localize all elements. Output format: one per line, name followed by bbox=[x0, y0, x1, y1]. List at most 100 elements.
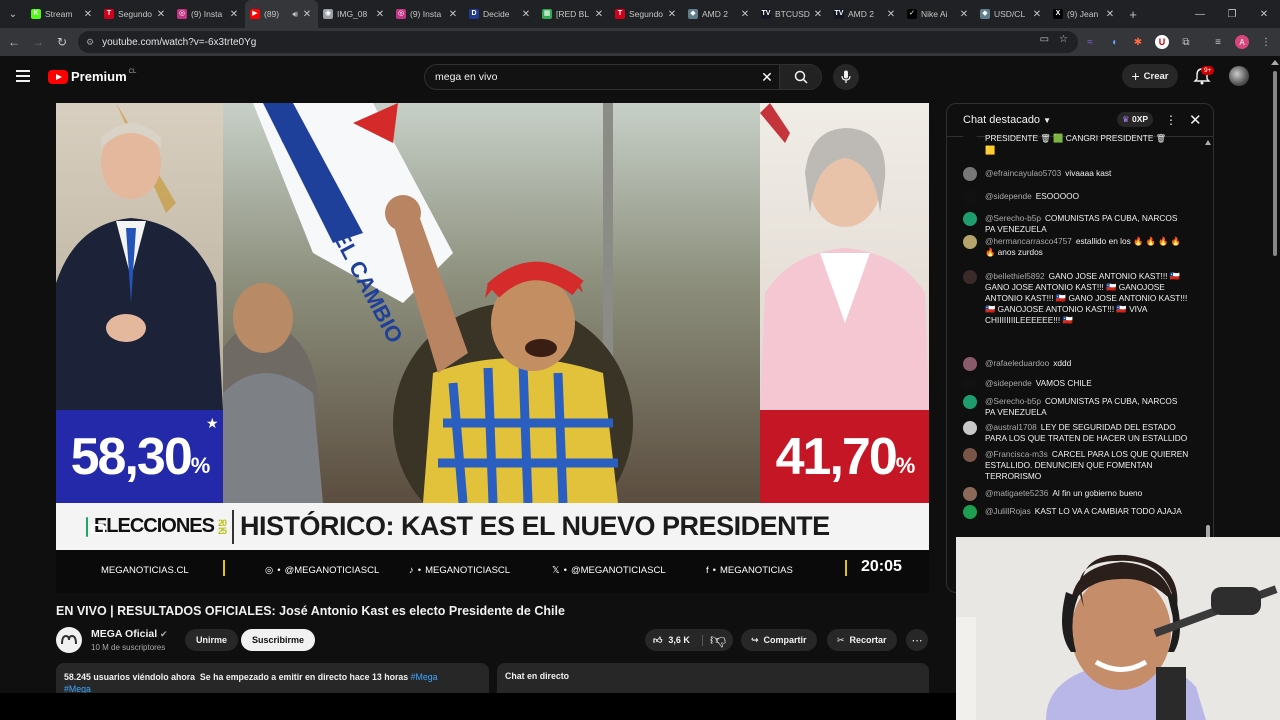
chat-author-avatar[interactable] bbox=[963, 270, 977, 284]
chat-author-avatar[interactable] bbox=[963, 144, 977, 158]
chat-message[interactable]: @bellethiel5892 GANO JOSE ANTONIO KAST!!!… bbox=[963, 270, 1189, 326]
youtube-premium-logo[interactable]: Premium CL bbox=[48, 69, 136, 84]
close-tab-icon[interactable]: ✕ bbox=[155, 9, 167, 20]
minimize-icon[interactable]: — bbox=[1184, 0, 1216, 28]
chat-author-name[interactable]: @Serecho-b5p bbox=[985, 396, 1041, 406]
extension-audio-icon[interactable]: ◖ bbox=[1104, 32, 1124, 52]
close-tab-icon[interactable]: ✕ bbox=[301, 9, 313, 20]
reload-icon[interactable]: ↻ bbox=[50, 30, 74, 54]
extension-tool-icon[interactable]: ✱ bbox=[1128, 32, 1148, 52]
search-button[interactable] bbox=[779, 65, 821, 89]
chevron-down-icon[interactable]: ▼ bbox=[1043, 116, 1051, 125]
browser-tab[interactable]: ◆ USD/CL ✕ bbox=[975, 0, 1048, 28]
close-tab-icon[interactable]: ✕ bbox=[812, 9, 824, 20]
site-info-icon[interactable]: ⚙ bbox=[86, 37, 94, 48]
browser-tab[interactable]: ◆ AMD 2 ✕ bbox=[683, 0, 756, 28]
chat-more-icon[interactable]: ⋮ bbox=[1165, 113, 1177, 127]
chat-author-name[interactable]: @austral1708 bbox=[985, 422, 1037, 432]
subscribe-button[interactable]: Suscribirme bbox=[241, 629, 316, 651]
extensions-puzzle-icon[interactable]: ⧉ bbox=[1176, 32, 1196, 52]
tab-search-icon[interactable]: ⌄ bbox=[0, 0, 26, 28]
browser-tab[interactable]: T Segundo ✕ bbox=[99, 0, 172, 28]
search-input[interactable]: mega en vivo bbox=[425, 71, 755, 83]
chat-author-name[interactable]: @JulillRojas bbox=[985, 506, 1031, 516]
voice-search-button[interactable] bbox=[833, 64, 859, 90]
chat-author-avatar[interactable] bbox=[963, 377, 977, 391]
chat-author-name[interactable]: @rafaeleduardoo bbox=[985, 358, 1049, 368]
browser-tab[interactable]: TV BTCUSD ✕ bbox=[756, 0, 829, 28]
chat-message[interactable]: @matigaete5236 Al fin un gobierno bueno bbox=[963, 487, 1189, 501]
profile-avatar[interactable]: A bbox=[1232, 32, 1252, 52]
xp-badge[interactable]: ♛ 0XP bbox=[1117, 112, 1154, 127]
close-tab-icon[interactable]: ✕ bbox=[1031, 9, 1043, 20]
chat-author-avatar[interactable] bbox=[963, 421, 977, 435]
new-tab-button[interactable]: + bbox=[1121, 7, 1145, 22]
hamburger-menu-icon[interactable] bbox=[16, 70, 30, 85]
close-tab-icon[interactable]: ✕ bbox=[666, 9, 678, 20]
chat-author-avatar[interactable] bbox=[963, 235, 977, 249]
extension-u-icon[interactable]: U bbox=[1152, 32, 1172, 52]
chat-author-avatar[interactable] bbox=[963, 190, 977, 204]
channel-name[interactable]: MEGA Oficial ✔ bbox=[91, 628, 168, 640]
forward-icon[interactable]: → bbox=[26, 30, 50, 54]
chat-message[interactable]: @Serecho-b5p COMUNISTAS PA CUBA, NARCOS P… bbox=[963, 212, 1189, 235]
chat-author-avatar[interactable] bbox=[963, 487, 977, 501]
chat-author-name[interactable]: @matigaete5236 bbox=[985, 488, 1048, 498]
page-scrollbar[interactable] bbox=[1270, 56, 1280, 537]
chat-mode-selector[interactable]: Chat destacado bbox=[963, 114, 1040, 126]
close-tab-icon[interactable]: ✕ bbox=[593, 9, 605, 20]
chat-message[interactable]: 🟨 bbox=[963, 144, 1189, 158]
create-button[interactable]: + Crear bbox=[1122, 64, 1178, 88]
tab-audio-icon[interactable]: 🔊︎ bbox=[292, 9, 298, 20]
channel-avatar[interactable] bbox=[56, 627, 82, 653]
browser-tab[interactable]: X (9) Jean ✕ bbox=[1048, 0, 1121, 28]
browser-tab[interactable]: TV AMD 2 ✕ bbox=[829, 0, 902, 28]
chat-message[interactable]: @Francisca-m3s CARCEL PARA LOS QUE QUIERE… bbox=[963, 448, 1189, 482]
close-tab-icon[interactable]: ✕ bbox=[520, 9, 532, 20]
browser-tab[interactable]: ◉ IMG_08 ✕ bbox=[318, 0, 391, 28]
account-avatar[interactable] bbox=[1229, 66, 1249, 86]
search-box[interactable]: mega en vivo ✕ bbox=[424, 64, 822, 90]
extension-twitch-icon[interactable]: ≈ bbox=[1080, 32, 1100, 52]
share-button[interactable]: ↪ Compartir bbox=[741, 629, 817, 651]
chat-author-avatar[interactable] bbox=[963, 448, 977, 462]
back-icon[interactable]: ← bbox=[2, 30, 26, 54]
tab-search-list-icon[interactable]: ≡ bbox=[1208, 32, 1228, 52]
close-tab-icon[interactable]: ✕ bbox=[1104, 9, 1116, 20]
browser-tab[interactable]: K Stream ✕ bbox=[26, 0, 99, 28]
browser-tab[interactable]: D Decide ✕ bbox=[464, 0, 537, 28]
chat-message[interactable]: @Serecho-b5p COMUNISTAS PA CUBA, NARCOS P… bbox=[963, 395, 1189, 418]
chat-message[interactable]: @rafaeleduardoo xddd bbox=[963, 357, 1189, 371]
chat-message[interactable]: @JulillRojas KAST LO VA A CAMBIAR TODO AJ… bbox=[963, 505, 1189, 519]
chat-author-avatar[interactable] bbox=[963, 167, 977, 181]
chat-message[interactable]: @efraincayulao5703 vivaaaa kast bbox=[963, 167, 1189, 181]
chat-author-avatar[interactable] bbox=[963, 505, 977, 519]
chat-message[interactable]: @sidepende ESOOOOO bbox=[963, 190, 1189, 204]
close-window-icon[interactable]: ✕ bbox=[1248, 0, 1280, 28]
clear-search-icon[interactable]: ✕ bbox=[755, 69, 779, 86]
chat-author-name[interactable]: @hermancarrasco4757 bbox=[985, 236, 1072, 246]
browser-tab[interactable]: ◎ (9) Insta ✕ bbox=[172, 0, 245, 28]
close-tab-icon[interactable]: ✕ bbox=[82, 9, 94, 20]
cast-icon[interactable]: ▭ bbox=[1040, 34, 1049, 45]
close-tab-icon[interactable]: ✕ bbox=[885, 9, 897, 20]
like-button[interactable]: 👍︎ 3,6 K bbox=[645, 634, 703, 646]
maximize-icon[interactable]: ❐ bbox=[1216, 0, 1248, 28]
browser-tab[interactable]: ✓ Nike Ai ✕ bbox=[902, 0, 975, 28]
close-tab-icon[interactable]: ✕ bbox=[447, 9, 459, 20]
chat-author-name[interactable]: @bellethiel5892 bbox=[985, 271, 1045, 281]
more-actions-icon[interactable]: ⋯ bbox=[906, 629, 928, 651]
browser-tab[interactable]: ◎ (9) Insta ✕ bbox=[391, 0, 464, 28]
chat-author-name[interactable]: @Francisca-m3s bbox=[985, 449, 1048, 459]
browser-tab[interactable]: ▦ [RED BL ✕ bbox=[537, 0, 610, 28]
chat-author-avatar[interactable] bbox=[963, 212, 977, 226]
join-button[interactable]: Unirme bbox=[185, 629, 239, 651]
chat-author-name[interactable]: @Serecho-b5p bbox=[985, 213, 1041, 223]
close-tab-icon[interactable]: ✕ bbox=[739, 9, 751, 20]
bookmark-star-icon[interactable]: ☆ bbox=[1059, 34, 1068, 45]
address-bar[interactable]: ⚙ youtube.com/watch?v=-6x3trte0Yg ▭ ☆ bbox=[78, 31, 1078, 53]
browser-tab[interactable]: ▶ (89) 🔊︎ ✕ bbox=[245, 0, 318, 28]
chat-author-avatar[interactable] bbox=[963, 395, 977, 409]
browser-menu-icon[interactable]: ⋮ bbox=[1256, 32, 1276, 52]
close-chat-icon[interactable]: ✕ bbox=[1189, 111, 1202, 129]
